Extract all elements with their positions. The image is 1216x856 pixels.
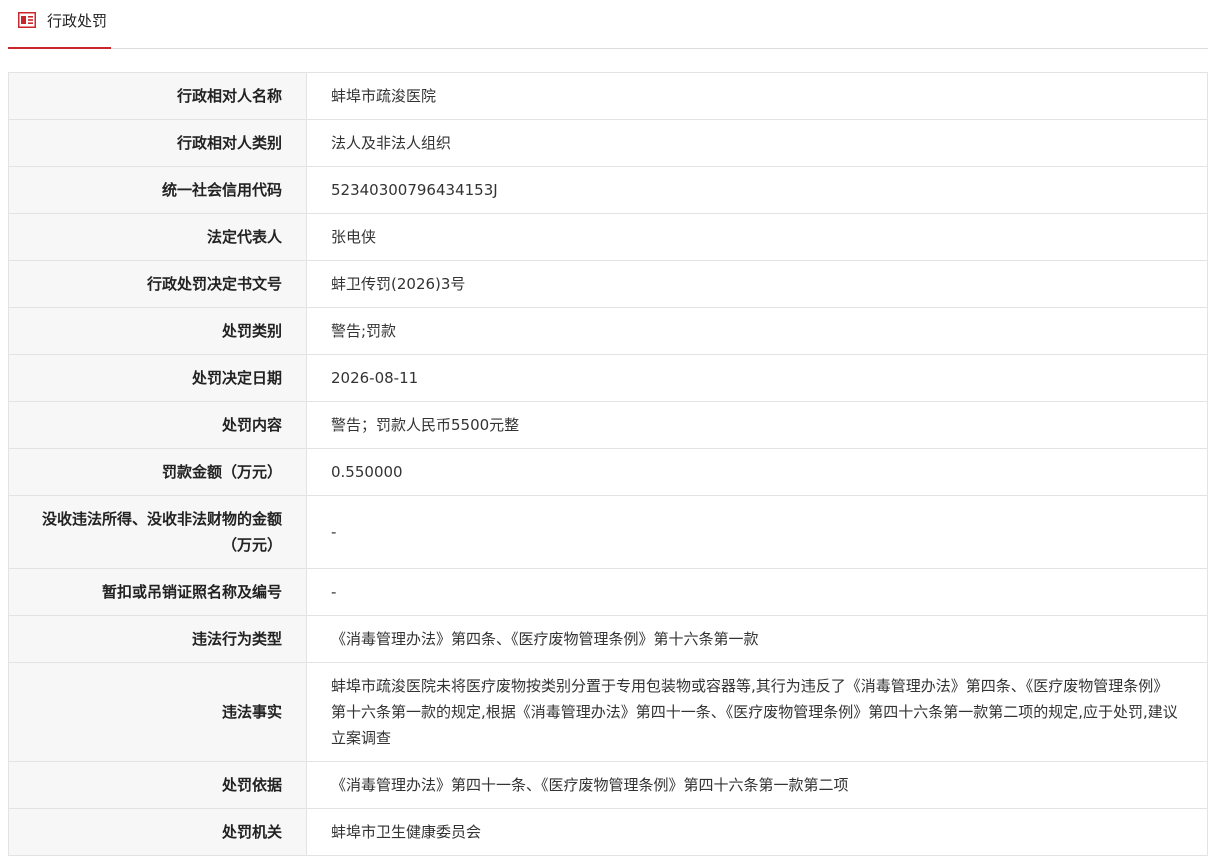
row-label: 行政处罚决定书文号 <box>8 260 307 308</box>
table-row: 处罚类别 警告;罚款 <box>8 307 1208 355</box>
tab-administrative-penalty[interactable]: 行政处罚 <box>8 0 111 49</box>
row-value: 0.550000 <box>306 448 1208 496</box>
row-value: 张电侠 <box>306 213 1208 261</box>
row-label: 法定代表人 <box>8 213 307 261</box>
row-label: 处罚依据 <box>8 761 307 809</box>
row-value: 警告；罚款人民币5500元整 <box>306 401 1208 449</box>
row-label: 统一社会信用代码 <box>8 166 307 214</box>
table-row: 暂扣或吊销证照名称及编号 - <box>8 568 1208 616</box>
row-value: 蚌埠市疏浚医院 <box>306 72 1208 120</box>
row-label: 罚款金额（万元） <box>8 448 307 496</box>
table-row: 处罚依据 《消毒管理办法》第四十一条、《医疗废物管理条例》第四十六条第一款第二项 <box>8 761 1208 809</box>
table-row: 行政处罚决定书文号 蚌卫传罚(2026)3号 <box>8 260 1208 308</box>
row-value: 蚌卫传罚(2026)3号 <box>306 260 1208 308</box>
table-row: 法定代表人 张电侠 <box>8 213 1208 261</box>
penalty-info-table: 行政相对人名称 蚌埠市疏浚医院 行政相对人类别 法人及非法人组织 统一社会信用代… <box>8 72 1208 856</box>
table-row: 没收违法所得、没收非法财物的金额（万元） - <box>8 495 1208 569</box>
section-header: 行政处罚 <box>8 0 1208 49</box>
row-label: 处罚内容 <box>8 401 307 449</box>
row-label: 处罚机关 <box>8 808 307 856</box>
row-value: 蚌埠市卫生健康委员会 <box>306 808 1208 856</box>
row-label: 行政相对人类别 <box>8 119 307 167</box>
row-value: 2026-08-11 <box>306 354 1208 402</box>
row-value: - <box>306 495 1208 569</box>
table-row: 处罚决定日期 2026-08-11 <box>8 354 1208 402</box>
row-value: - <box>306 568 1208 616</box>
document-list-icon <box>18 12 36 28</box>
row-value: 蚌埠市疏浚医院未将医疗废物按类别分置于专用包装物或容器等,其行为违反了《消毒管理… <box>306 662 1208 762</box>
row-value: 警告;罚款 <box>306 307 1208 355</box>
row-label: 暂扣或吊销证照名称及编号 <box>8 568 307 616</box>
table-row: 违法事实 蚌埠市疏浚医院未将医疗废物按类别分置于专用包装物或容器等,其行为违反了… <box>8 662 1208 762</box>
row-label: 行政相对人名称 <box>8 72 307 120</box>
page-title: 行政处罚 <box>47 12 108 30</box>
row-label: 处罚决定日期 <box>8 354 307 402</box>
table-row: 处罚内容 警告；罚款人民币5500元整 <box>8 401 1208 449</box>
table-row: 行政相对人类别 法人及非法人组织 <box>8 119 1208 167</box>
table-row: 处罚机关 蚌埠市卫生健康委员会 <box>8 808 1208 856</box>
row-label: 处罚类别 <box>8 307 307 355</box>
row-label: 没收违法所得、没收非法财物的金额（万元） <box>8 495 307 569</box>
row-value: 法人及非法人组织 <box>306 119 1208 167</box>
row-value: 《消毒管理办法》第四条、《医疗废物管理条例》第十六条第一款 <box>306 615 1208 663</box>
table-row: 行政相对人名称 蚌埠市疏浚医院 <box>8 72 1208 120</box>
table-row: 统一社会信用代码 52340300796434153J <box>8 166 1208 214</box>
row-value: 52340300796434153J <box>306 166 1208 214</box>
row-label: 违法行为类型 <box>8 615 307 663</box>
row-value: 《消毒管理办法》第四十一条、《医疗废物管理条例》第四十六条第一款第二项 <box>306 761 1208 809</box>
row-label: 违法事实 <box>8 662 307 762</box>
table-row: 罚款金额（万元） 0.550000 <box>8 448 1208 496</box>
table-row: 违法行为类型 《消毒管理办法》第四条、《医疗废物管理条例》第十六条第一款 <box>8 615 1208 663</box>
